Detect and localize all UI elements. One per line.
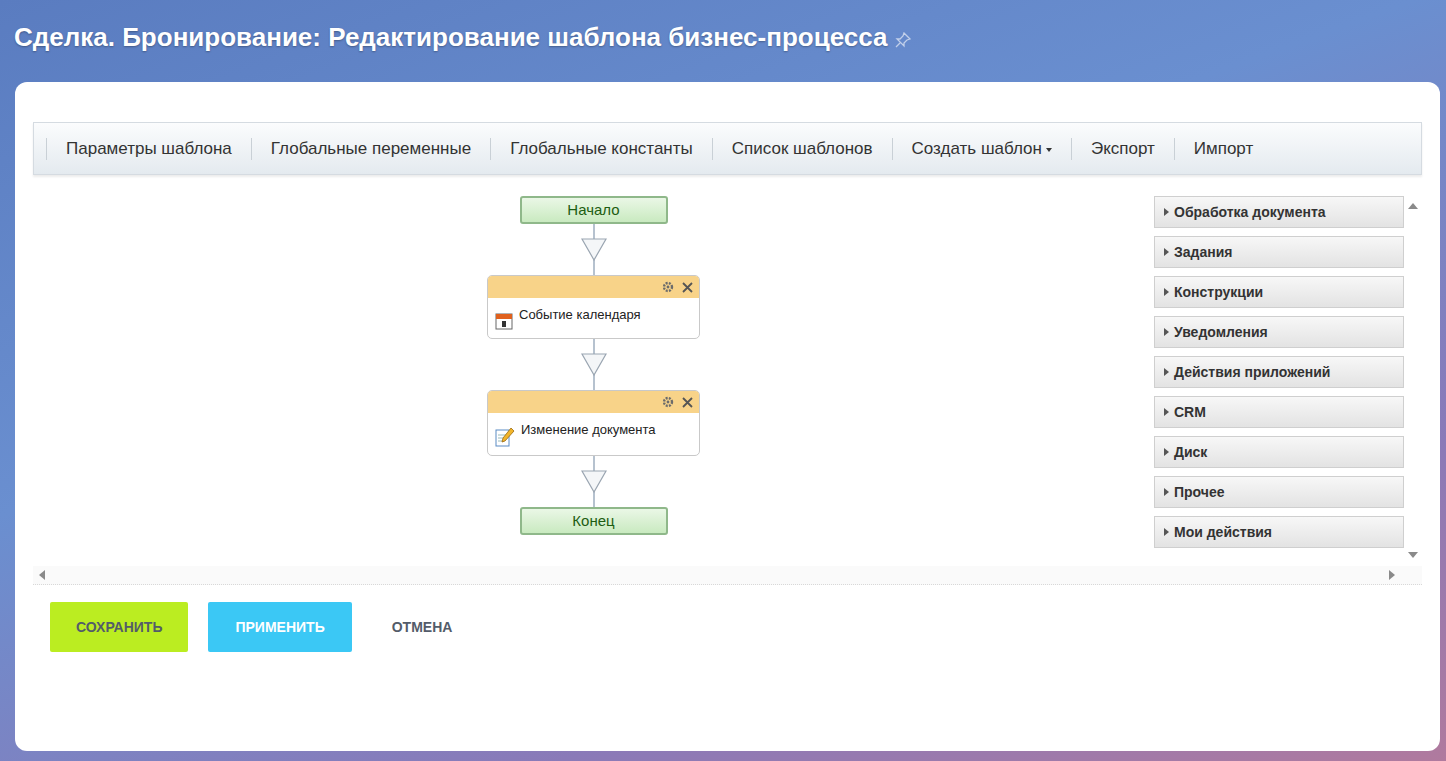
caret-icon: [1046, 148, 1052, 152]
palette-group[interactable]: Диск: [1154, 436, 1404, 468]
connector: [593, 339, 595, 390]
palette-group[interactable]: Обработка документа: [1154, 196, 1404, 228]
palette-group[interactable]: Прочее: [1154, 476, 1404, 508]
activity-label: Изменение документа: [521, 419, 656, 440]
scroll-left-icon[interactable]: [37, 569, 49, 581]
toolbar-item[interactable]: Глобальные переменные: [252, 136, 490, 162]
palette-group[interactable]: Уведомления: [1154, 316, 1404, 348]
pin-icon[interactable]: [895, 32, 911, 48]
save-button[interactable]: СОХРАНИТЬ: [50, 602, 188, 652]
button-bar: СОХРАНИТЬ ПРИМЕНИТЬ ОТМЕНА: [50, 602, 1440, 652]
horizontal-scrollbar[interactable]: [33, 566, 1422, 585]
expand-icon: [1164, 528, 1169, 536]
vertical-scrollbar[interactable]: [1404, 190, 1422, 565]
close-icon[interactable]: [682, 397, 693, 408]
close-icon[interactable]: [682, 282, 693, 293]
activity-node[interactable]: Изменение документа: [487, 390, 700, 456]
scroll-right-icon[interactable]: [1386, 569, 1398, 581]
toolbar-item[interactable]: Параметры шаблона: [47, 136, 251, 162]
toolbar-item[interactable]: Импорт: [1175, 136, 1272, 162]
expand-icon: [1164, 448, 1169, 456]
editor-card: Параметры шаблонаГлобальные переменныеГл…: [15, 82, 1440, 751]
palette-group[interactable]: Действия приложений: [1154, 356, 1404, 388]
expand-icon: [1164, 328, 1169, 336]
edit-icon: [495, 427, 515, 447]
expand-icon: [1164, 288, 1169, 296]
scroll-down-icon[interactable]: [1407, 550, 1419, 562]
expand-icon: [1164, 248, 1169, 256]
apply-button[interactable]: ПРИМЕНИТЬ: [208, 602, 351, 652]
toolbar-item[interactable]: Экспорт: [1072, 136, 1174, 162]
activity-palette: Обработка документа Задания Конструкции Уве…: [1154, 196, 1404, 565]
gear-icon[interactable]: [662, 396, 674, 408]
toolbar: Параметры шаблонаГлобальные переменныеГл…: [33, 122, 1422, 175]
palette-group[interactable]: Конструкции: [1154, 276, 1404, 308]
page-title: Сделка. Бронирование: Редактирование шаб…: [14, 18, 887, 56]
cancel-button[interactable]: ОТМЕНА: [372, 602, 473, 652]
expand-icon: [1164, 208, 1169, 216]
start-node[interactable]: Начало: [520, 196, 668, 224]
connector: [593, 456, 595, 507]
scroll-up-icon[interactable]: [1407, 201, 1419, 213]
arrow-icon: [581, 353, 607, 377]
diagram-canvas: Начало Событие календаря Изменение докумен…: [33, 190, 1154, 565]
palette-group[interactable]: CRM: [1154, 396, 1404, 428]
end-node[interactable]: Конец: [520, 507, 668, 535]
gear-icon[interactable]: [662, 281, 674, 293]
toolbar-item[interactable]: Создать шаблон: [893, 136, 1071, 162]
arrow-icon: [581, 238, 607, 262]
palette-group[interactable]: Задания: [1154, 236, 1404, 268]
expand-icon: [1164, 408, 1169, 416]
calendar-icon: [495, 312, 513, 330]
connector: [593, 224, 595, 275]
toolbar-item[interactable]: Глобальные константы: [491, 136, 712, 162]
activity-node[interactable]: Событие календаря: [487, 275, 700, 339]
arrow-icon: [581, 470, 607, 494]
expand-icon: [1164, 368, 1169, 376]
page-header: Сделка. Бронирование: Редактирование шаб…: [0, 0, 1446, 82]
expand-icon: [1164, 488, 1169, 496]
page: Сделка. Бронирование: Редактирование шаб…: [0, 0, 1446, 761]
toolbar-item[interactable]: Список шаблонов: [713, 136, 892, 162]
workspace: Начало Событие календаря Изменение докумен…: [33, 190, 1422, 565]
activity-label: Событие календаря: [519, 304, 641, 325]
palette-group[interactable]: Мои действия: [1154, 516, 1404, 548]
